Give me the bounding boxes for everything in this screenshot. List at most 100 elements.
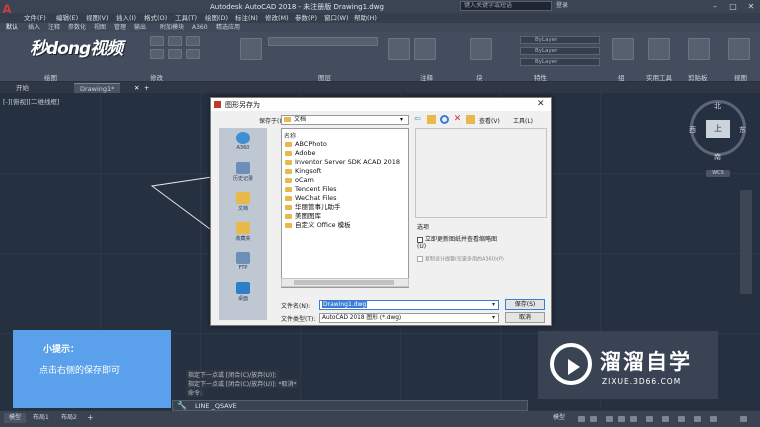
isolate-icon[interactable]	[678, 416, 685, 422]
measure-icon[interactable]	[648, 38, 670, 60]
group-annotate-label[interactable]: 注释	[420, 72, 433, 82]
login-button[interactable]: 登录	[556, 1, 600, 11]
menu-help[interactable]: 帮助(H)	[354, 13, 377, 23]
tab-view[interactable]: 视图	[94, 23, 106, 32]
place-a360[interactable]: A360	[219, 132, 267, 151]
lineweight-dropdown[interactable]: ByLayer	[520, 58, 600, 66]
copy-icon[interactable]	[150, 49, 164, 59]
dialog-close-icon[interactable]: ✕	[537, 99, 545, 109]
tab-addons[interactable]: 附加模块	[160, 23, 184, 32]
menu-dimension[interactable]: 标注(N)	[235, 13, 258, 23]
compass-west[interactable]: 西	[689, 125, 696, 135]
back-icon[interactable]: ⇦	[414, 115, 423, 124]
mirror-icon[interactable]	[168, 49, 182, 59]
drawn-triangle[interactable]	[140, 173, 220, 233]
color-dropdown[interactable]: ByLayer	[520, 36, 600, 44]
paste-icon[interactable]	[688, 38, 710, 60]
ortho-icon[interactable]	[606, 416, 613, 422]
snap-icon[interactable]	[590, 416, 597, 422]
clean-screen-icon[interactable]	[710, 416, 717, 422]
cancel-button[interactable]: 取消	[505, 312, 545, 323]
tab-insert[interactable]: 插入	[28, 23, 40, 32]
viewcube-top[interactable]: 上	[706, 120, 730, 138]
close-icon[interactable]: ✕	[742, 0, 760, 13]
rotate-icon[interactable]	[168, 36, 182, 46]
menu-edit[interactable]: 编辑(E)	[56, 13, 78, 23]
chevron-down-icon[interactable]: ▾	[492, 301, 495, 309]
filename-input[interactable]: Drawing1.dwg ▾	[319, 300, 499, 310]
tab-drawing1[interactable]: Drawing1*	[74, 83, 121, 93]
view-icon[interactable]	[728, 38, 750, 60]
tab-start[interactable]: 开始	[10, 83, 35, 93]
menu-file[interactable]: 文件(F)	[24, 13, 46, 23]
workspace-icon[interactable]	[662, 416, 669, 422]
compass-south[interactable]: 南	[714, 152, 721, 162]
dialog-titlebar[interactable]: 图形另存为 ✕	[211, 98, 551, 111]
group-block-label[interactable]: 块	[476, 72, 483, 82]
menu-window[interactable]: 窗口(W)	[324, 13, 349, 23]
place-history[interactable]: 历史记录	[219, 162, 267, 182]
menu-tools[interactable]: 工具(T)	[175, 13, 197, 23]
place-documents[interactable]: 文档	[219, 192, 267, 212]
text-icon[interactable]	[388, 38, 410, 60]
maximize-icon[interactable]: □	[724, 0, 742, 13]
customize-icon[interactable]	[740, 416, 747, 422]
insert-block-icon[interactable]	[470, 38, 492, 60]
group-draw-label[interactable]: 绘图	[44, 72, 57, 82]
group-icon[interactable]	[612, 38, 634, 60]
fillet-icon[interactable]	[186, 49, 200, 59]
tab-manage[interactable]: 管理	[114, 23, 126, 32]
file-list[interactable]: 名称 ABCPhoto Adobe Inventor Server SDK AC…	[281, 128, 409, 288]
menu-modify[interactable]: 修改(M)	[265, 13, 289, 23]
group-utilities-label[interactable]: 实用工具	[646, 72, 672, 82]
tab-output[interactable]: 输出	[134, 23, 146, 32]
polar-icon[interactable]	[618, 416, 625, 422]
compass-north[interactable]: 北	[714, 101, 721, 111]
grid-icon[interactable]	[578, 416, 585, 422]
viewport-controls[interactable]: [-][俯视][二维线框]	[3, 96, 60, 106]
command-input[interactable]: LINE _QSAVE	[195, 402, 237, 410]
menu-parametric[interactable]: 参数(P)	[295, 13, 317, 23]
group-group-label[interactable]: 组	[618, 72, 625, 82]
minimize-icon[interactable]: –	[706, 0, 724, 13]
update-thumbnail-option[interactable]: 立即更新图纸并查看缩略图(U)	[417, 236, 497, 250]
tab-layout1[interactable]: 布局1	[28, 413, 54, 423]
command-line[interactable]: 🔧 LINE _QSAVE	[172, 400, 528, 411]
menu-format[interactable]: 格式(O)	[144, 13, 167, 23]
tools-menu[interactable]: 工具(L)	[513, 116, 533, 125]
tab-default[interactable]: 默认	[6, 23, 18, 32]
new-folder-icon[interactable]	[466, 115, 475, 124]
new-tab-icon[interactable]: +	[138, 83, 155, 93]
layer-dropdown[interactable]	[268, 37, 378, 46]
horizontal-scrollbar[interactable]	[281, 278, 409, 287]
filetype-select[interactable]: AutoCAD 2018 图形 (*.dwg) ▾	[319, 313, 499, 323]
linetype-dropdown[interactable]: ByLayer	[520, 47, 600, 55]
trim-icon[interactable]	[186, 36, 200, 46]
compass-east[interactable]: 东	[739, 125, 746, 135]
tab-layout2[interactable]: 布局2	[56, 413, 82, 423]
update-thumbnail-checkbox[interactable]	[417, 236, 423, 243]
place-ftp[interactable]: FTP	[219, 252, 267, 271]
wrench-icon[interactable]: 🔧	[177, 401, 187, 410]
save-in-select[interactable]: 文档 ▾	[281, 115, 409, 125]
model-space-button[interactable]: 模型	[548, 413, 570, 423]
search-input[interactable]: 键入关键字或短语	[460, 1, 552, 11]
view-menu[interactable]: 查看(V)	[479, 116, 500, 125]
add-layout-icon[interactable]: +	[82, 413, 99, 423]
hardware-accel-icon[interactable]	[694, 416, 701, 422]
place-desktop[interactable]: 桌面	[219, 282, 267, 302]
tab-model[interactable]: 模型	[4, 413, 27, 423]
tab-annotate[interactable]: 注释	[48, 23, 60, 32]
delete-icon[interactable]: ✕	[453, 115, 462, 124]
tab-parametric[interactable]: 参数化	[68, 23, 86, 32]
layer-properties-icon[interactable]	[240, 38, 262, 60]
move-icon[interactable]	[150, 36, 164, 46]
list-item[interactable]: 自定义 Office 模板	[285, 220, 351, 230]
dimension-icon[interactable]	[414, 38, 436, 60]
place-favorites[interactable]: 收藏夹	[219, 222, 267, 242]
up-folder-icon[interactable]	[427, 115, 436, 124]
save-button[interactable]: 保存(S)	[505, 299, 545, 310]
menu-view[interactable]: 视图(V)	[86, 13, 109, 23]
search-web-icon[interactable]	[440, 115, 449, 124]
menu-insert[interactable]: 插入(I)	[116, 13, 136, 23]
